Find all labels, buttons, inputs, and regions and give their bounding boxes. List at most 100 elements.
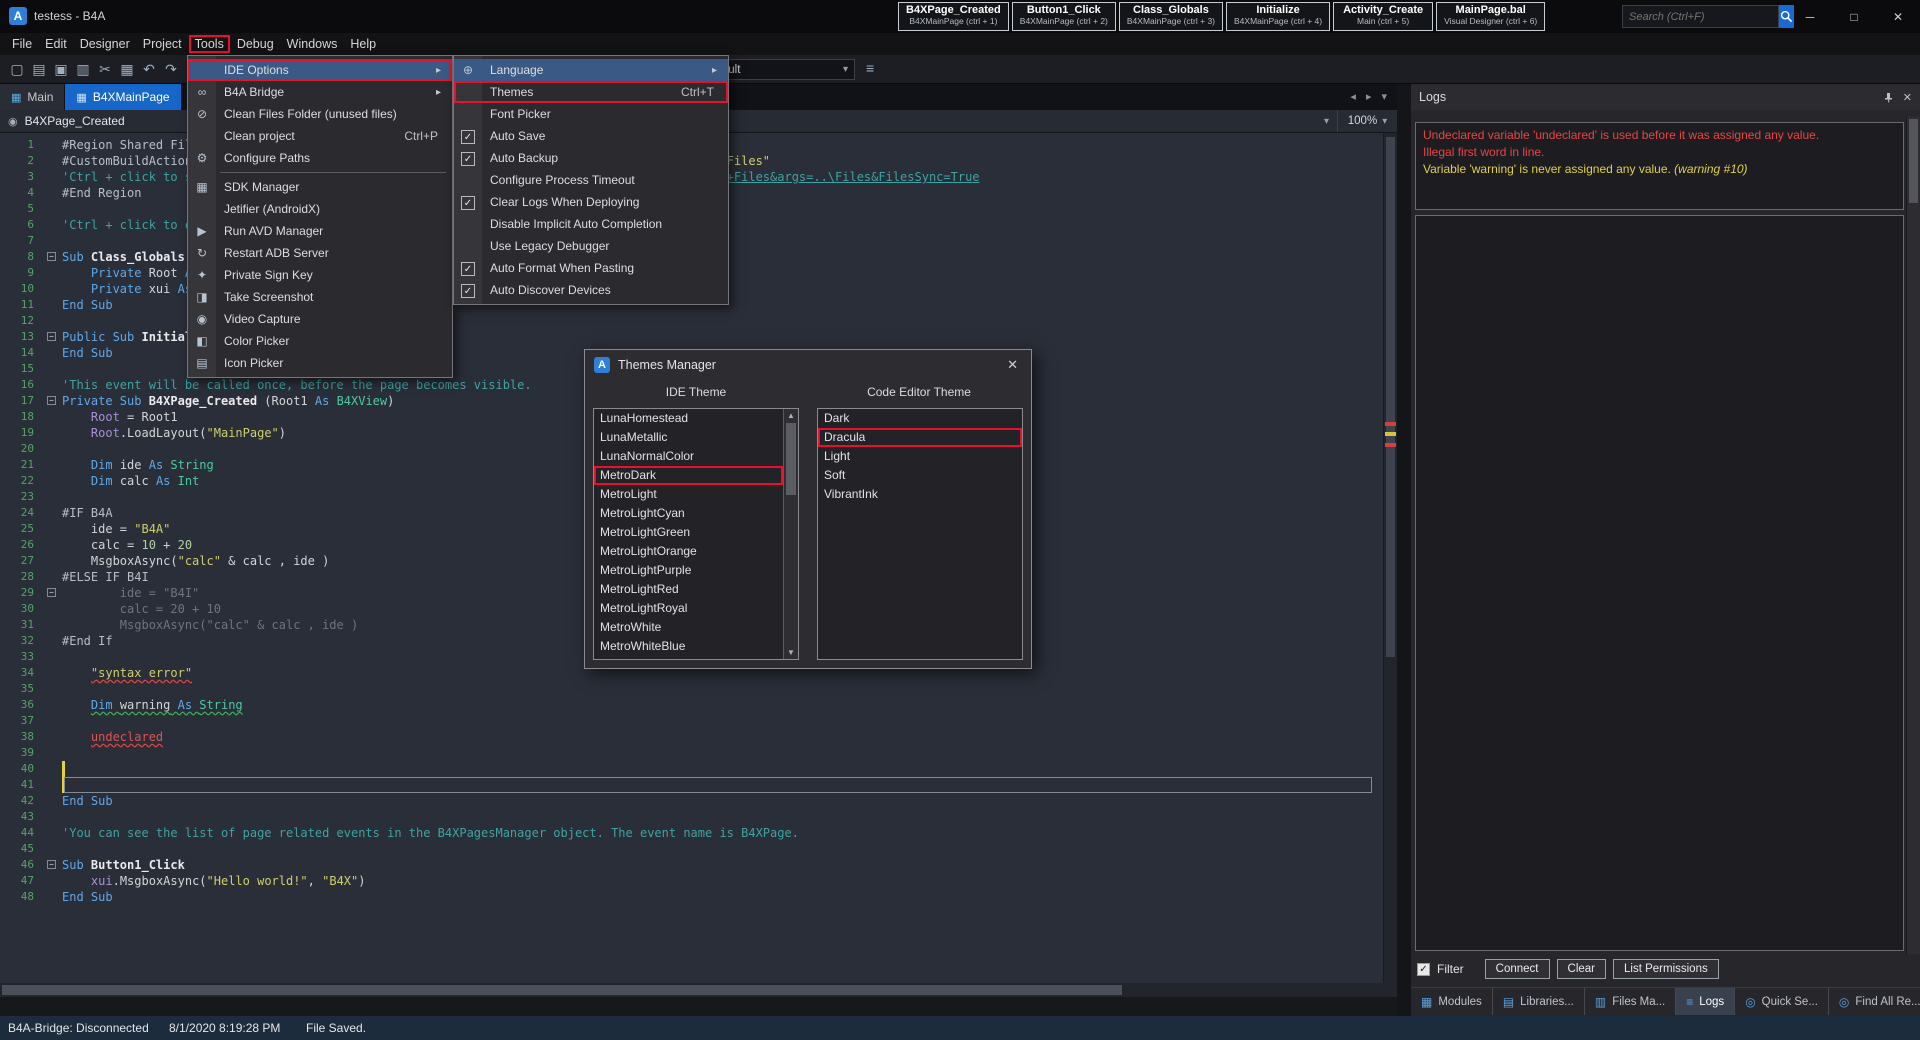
panel-tab-modules[interactable]: ▦ Modules xyxy=(1411,988,1493,1015)
logs-scrollbar[interactable] xyxy=(1906,116,1920,954)
ide-theme-lunanormalcolor[interactable]: LunaNormalColor xyxy=(594,447,783,466)
ide-theme-metrowhite[interactable]: MetroWhite xyxy=(594,618,783,637)
menubar-item-file[interactable]: File xyxy=(6,35,38,53)
scroll-tabs-left-icon[interactable]: ◂ xyxy=(1350,90,1356,103)
menu-item-disable-implicit-auto-completion[interactable]: Disable Implicit Auto Completion xyxy=(454,213,728,235)
close-button[interactable]: ✕ xyxy=(1876,0,1920,33)
ide-theme-lunametallic[interactable]: LunaMetallic xyxy=(594,428,783,447)
quick-nav-button1-click[interactable]: Button1_Click B4XMainPage (ctrl + 2) xyxy=(1011,2,1116,31)
ide-theme-metrolightorange[interactable]: MetroLightOrange xyxy=(594,542,783,561)
save-icon[interactable]: ▣ xyxy=(50,56,72,82)
scrollbar-thumb[interactable] xyxy=(786,423,796,495)
menubar-item-help[interactable]: Help xyxy=(344,35,382,53)
open-project-icon[interactable]: ▤ xyxy=(28,56,50,82)
copy-icon[interactable]: ▦ xyxy=(116,56,138,82)
panel-tab-logs[interactable]: ≡ Logs xyxy=(1676,988,1736,1015)
quick-nav-b4xpage-created[interactable]: B4XPage_Created B4XMainPage (ctrl + 1) xyxy=(898,2,1009,31)
menu-item-font-picker[interactable]: Font Picker xyxy=(454,103,728,125)
quick-nav-mainpage-bal[interactable]: MainPage.bal Visual Designer (ctrl + 6) xyxy=(1436,2,1546,31)
save-all-icon[interactable]: ▥ xyxy=(72,56,94,82)
quick-nav-activity-create[interactable]: Activity_Create Main (ctrl + 5) xyxy=(1333,2,1434,31)
scrollbar-thumb[interactable] xyxy=(1386,137,1395,657)
menu-item-auto-format-when-pasting[interactable]: ✓ Auto Format When Pasting xyxy=(454,257,728,279)
scrollbar-thumb[interactable] xyxy=(2,985,1122,995)
ide-theme-metrowhitegreen[interactable]: MetroWhiteGreen xyxy=(594,656,783,659)
menu-item-video-capture[interactable]: ◉ Video Capture xyxy=(188,308,452,330)
ide-theme-metrolight[interactable]: MetroLight xyxy=(594,485,783,504)
menubar-item-designer[interactable]: Designer xyxy=(74,35,136,53)
scroll-tabs-right-icon[interactable]: ▸ xyxy=(1366,90,1372,103)
menu-item-auto-discover-devices[interactable]: ✓ Auto Discover Devices xyxy=(454,279,728,301)
editor-theme-vibrantink[interactable]: VibrantInk xyxy=(818,485,1022,504)
dialog-close-icon[interactable]: ✕ xyxy=(1003,355,1022,375)
menubar-item-windows[interactable]: Windows xyxy=(281,35,344,53)
menu-item-private-sign-key[interactable]: ✦ Private Sign Key xyxy=(188,264,452,286)
doc-tab-b4xmainpage[interactable]: ▦ B4XMainPage xyxy=(65,84,181,110)
ide-theme-metrodark[interactable]: MetroDark xyxy=(594,466,783,485)
menu-item-language[interactable]: ⊕ Language ▸ xyxy=(454,59,728,81)
log-messages-area[interactable]: Undeclared variable 'undeclared' is used… xyxy=(1415,122,1904,210)
connect-button[interactable]: Connect xyxy=(1484,959,1550,979)
scroll-down-icon[interactable]: ▼ xyxy=(784,648,798,657)
redo-icon[interactable]: ↷ xyxy=(160,56,182,82)
scrollbar-thumb[interactable] xyxy=(1909,119,1918,203)
fold-toggle[interactable]: − xyxy=(44,585,62,601)
menu-item-configure-paths[interactable]: ⚙ Configure Paths xyxy=(188,147,452,169)
menu-item-clean-files-folder-unused-files[interactable]: ⊘ Clean Files Folder (unused files) xyxy=(188,103,452,125)
doc-tab-main[interactable]: ▦ Main xyxy=(0,84,65,110)
menu-item-color-picker[interactable]: ◧ Color Picker xyxy=(188,330,452,352)
menu-item-auto-backup[interactable]: ✓ Auto Backup xyxy=(454,147,728,169)
editor-theme-light[interactable]: Light xyxy=(818,447,1022,466)
editor-theme-dracula[interactable]: Dracula xyxy=(818,428,1022,447)
editor-zoom-dropdown[interactable]: 100% ▾ xyxy=(1337,110,1397,132)
ide-theme-metrolightgreen[interactable]: MetroLightGreen xyxy=(594,523,783,542)
menubar-item-project[interactable]: Project xyxy=(137,35,188,53)
minimize-button[interactable]: ─ xyxy=(1788,0,1832,33)
cut-icon[interactable]: ✂ xyxy=(94,56,116,82)
panel-tab-find-all-re[interactable]: ◎ Find All Re... xyxy=(1829,988,1920,1015)
log-output-area[interactable] xyxy=(1415,215,1904,951)
menu-item-ide-options[interactable]: IDE Options ▸ xyxy=(188,59,452,81)
clear-button[interactable]: Clear xyxy=(1556,959,1606,979)
fold-toggle[interactable]: − xyxy=(44,329,62,345)
filter-checkbox[interactable]: ✓ xyxy=(1417,962,1430,976)
menu-item-jetifier-androidx[interactable]: Jetifier (AndroidX) xyxy=(188,198,452,220)
menu-item-use-legacy-debugger[interactable]: Use Legacy Debugger xyxy=(454,235,728,257)
pin-icon[interactable] xyxy=(1883,92,1894,103)
ide-theme-metrolightcyan[interactable]: MetroLightCyan xyxy=(594,504,783,523)
dialog-titlebar[interactable]: A Themes Manager ✕ xyxy=(585,350,1031,380)
toolbar-menu-icon[interactable]: ≡ xyxy=(866,60,874,76)
editor-horizontal-scrollbar[interactable] xyxy=(0,983,1397,997)
menu-item-icon-picker[interactable]: ▤ Icon Picker xyxy=(188,352,452,374)
editor-vertical-scrollbar[interactable] xyxy=(1383,133,1397,983)
ide-theme-metrolightred[interactable]: MetroLightRed xyxy=(594,580,783,599)
menu-item-clean-project[interactable]: Clean project Ctrl+P xyxy=(188,125,452,147)
menubar-item-debug[interactable]: Debug xyxy=(231,35,280,53)
new-file-icon[interactable]: ▢ xyxy=(6,56,28,82)
menubar-item-edit[interactable]: Edit xyxy=(39,35,73,53)
menu-item-sdk-manager[interactable]: ▦ SDK Manager xyxy=(188,176,452,198)
menu-item-configure-process-timeout[interactable]: Configure Process Timeout xyxy=(454,169,728,191)
ide-theme-metrowhiteblue[interactable]: MetroWhiteBlue xyxy=(594,637,783,656)
fold-toggle[interactable]: − xyxy=(44,857,62,873)
panel-tab-libraries[interactable]: ▤ Libraries... xyxy=(1493,988,1585,1015)
ide-theme-metrolightpurple[interactable]: MetroLightPurple xyxy=(594,561,783,580)
panel-tab-files-ma[interactable]: ▥ Files Ma... xyxy=(1585,988,1677,1015)
fold-toggle[interactable]: − xyxy=(44,393,62,409)
editor-theme-dark[interactable]: Dark xyxy=(818,409,1022,428)
tab-list-dropdown-icon[interactable]: ▾ xyxy=(1381,90,1387,103)
maximize-button[interactable]: □ xyxy=(1832,0,1876,33)
fold-toggle[interactable]: − xyxy=(44,249,62,265)
menu-item-auto-save[interactable]: ✓ Auto Save xyxy=(454,125,728,147)
menu-item-b4a-bridge[interactable]: ∞ B4A Bridge ▸ xyxy=(188,81,452,103)
undo-icon[interactable]: ↶ xyxy=(138,56,160,82)
ide-theme-metrolightroyal[interactable]: MetroLightRoyal xyxy=(594,599,783,618)
quick-nav-class-globals[interactable]: Class_Globals B4XMainPage (ctrl + 3) xyxy=(1118,2,1223,31)
search-input[interactable] xyxy=(1622,5,1779,28)
menu-item-restart-adb-server[interactable]: ↻ Restart ADB Server xyxy=(188,242,452,264)
editor-theme-soft[interactable]: Soft xyxy=(818,466,1022,485)
menu-item-themes[interactable]: Themes Ctrl+T xyxy=(454,81,728,103)
list-scrollbar[interactable]: ▲ ▼ xyxy=(783,409,798,659)
menu-item-take-screenshot[interactable]: ◨ Take Screenshot xyxy=(188,286,452,308)
menubar-item-tools[interactable]: Tools xyxy=(188,35,230,53)
